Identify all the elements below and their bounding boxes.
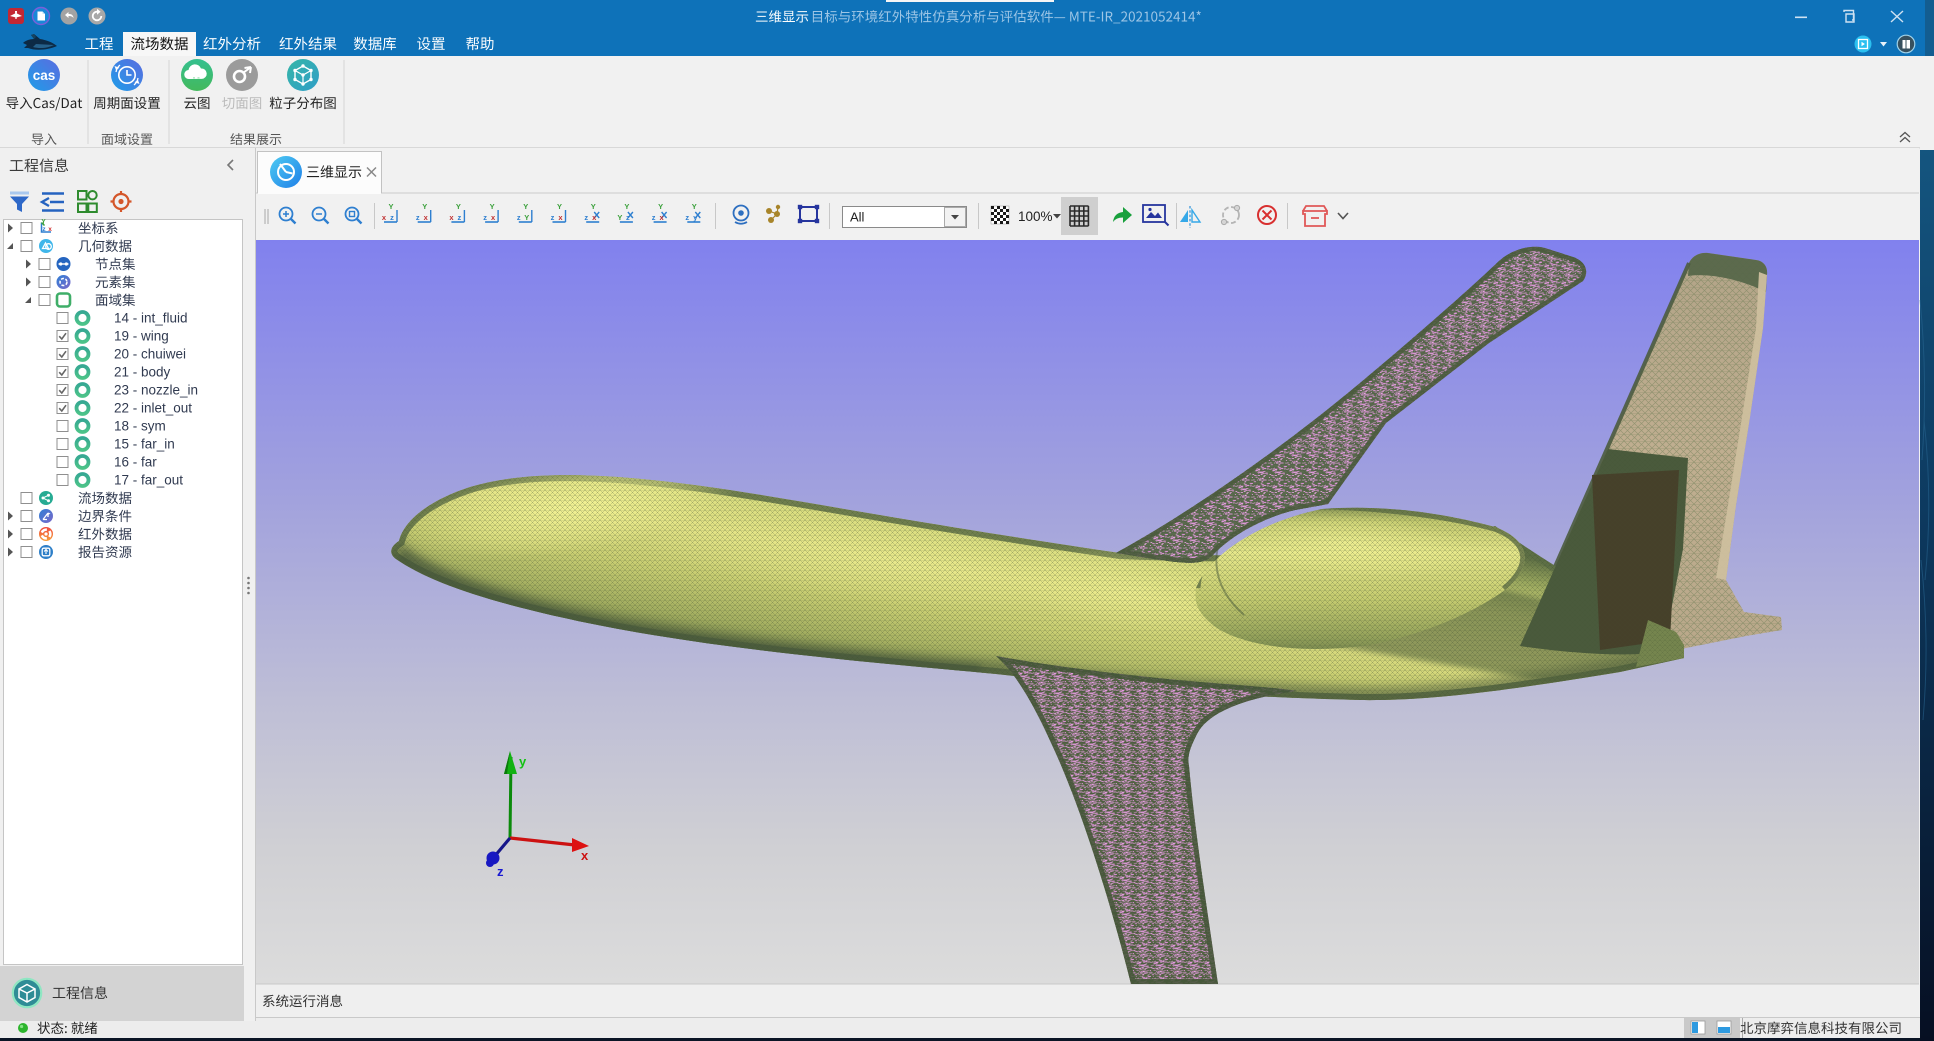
svg-text:19 - wing: 19 - wing bbox=[114, 329, 169, 344]
svg-text:Y: Y bbox=[524, 213, 529, 222]
svg-text:z: z bbox=[584, 213, 588, 222]
svg-text:x: x bbox=[48, 226, 52, 233]
svg-text:x: x bbox=[581, 848, 589, 863]
svg-text:16 - far: 16 - far bbox=[114, 455, 157, 470]
svg-text:18 - sym: 18 - sym bbox=[114, 419, 166, 434]
svg-text:Y: Y bbox=[41, 219, 46, 226]
svg-text:Y: Y bbox=[456, 202, 461, 211]
svg-text:z: z bbox=[458, 213, 462, 222]
svg-text:z: z bbox=[685, 213, 689, 222]
svg-text:z: z bbox=[497, 864, 504, 879]
svg-text:Y: Y bbox=[624, 202, 629, 211]
svg-text:z: z bbox=[390, 213, 394, 222]
svg-text:100%: 100% bbox=[1018, 209, 1053, 224]
svg-text:14 - int_fluid: 14 - int_fluid bbox=[114, 311, 188, 326]
svg-text:Y: Y bbox=[591, 202, 596, 211]
svg-text:z: z bbox=[416, 213, 420, 222]
svg-text:Y: Y bbox=[658, 202, 663, 211]
svg-text:23 - nozzle_in: 23 - nozzle_in bbox=[114, 383, 198, 398]
svg-text:Y: Y bbox=[692, 202, 697, 211]
svg-text:22 - inlet_out: 22 - inlet_out bbox=[114, 401, 192, 416]
svg-text:20 - chuiwei: 20 - chuiwei bbox=[114, 347, 186, 362]
svg-text:Y: Y bbox=[523, 202, 528, 211]
svg-text:Y: Y bbox=[490, 202, 495, 211]
svg-text:Y: Y bbox=[422, 202, 427, 211]
svg-text:Y: Y bbox=[617, 213, 622, 222]
svg-text:y: y bbox=[519, 754, 527, 769]
svg-text:z: z bbox=[652, 213, 656, 222]
svg-text:17 - far_out: 17 - far_out bbox=[114, 473, 183, 488]
svg-text:z: z bbox=[517, 213, 521, 222]
svg-text:Y: Y bbox=[557, 202, 562, 211]
svg-text:21 - body: 21 - body bbox=[114, 365, 171, 380]
svg-text:15 - far_in: 15 - far_in bbox=[114, 437, 175, 452]
svg-text:z: z bbox=[551, 213, 555, 222]
svg-text:z: z bbox=[483, 213, 487, 222]
svg-text:cas: cas bbox=[33, 68, 56, 83]
svg-text:z: z bbox=[626, 213, 630, 222]
svg-text:All: All bbox=[850, 210, 865, 225]
svg-text:Y: Y bbox=[388, 202, 393, 211]
